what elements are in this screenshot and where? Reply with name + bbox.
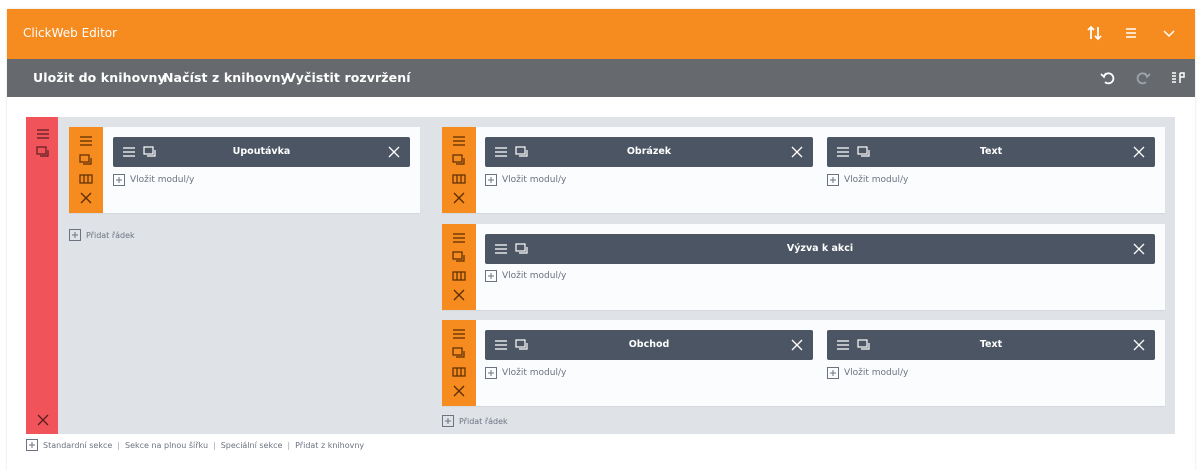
standard-section-link[interactable]: Standardní sekce — [43, 441, 112, 450]
row-right-1: Obrázek Vložit modul/y Text Vložit modul… — [442, 127, 1165, 213]
undo-icon[interactable] — [1098, 68, 1118, 88]
app-title: ClickWeb Editor — [23, 26, 118, 40]
columns-icon[interactable] — [1168, 68, 1188, 88]
load-from-library-button[interactable]: Načíst z knihovny — [163, 70, 289, 85]
module-teaser[interactable]: Upoutávka — [113, 137, 410, 167]
plus-icon — [485, 174, 497, 186]
row-columns-icon[interactable] — [78, 171, 94, 187]
module-delete-icon[interactable] — [789, 144, 805, 160]
plus-icon — [485, 367, 497, 379]
module-label: Výzva k akci — [786, 243, 854, 254]
title-bar: ClickWeb Editor — [7, 9, 1195, 59]
row-right-2: Výzva k akci Vložit modul/y — [442, 224, 1165, 310]
row-menu-icon[interactable] — [78, 133, 94, 149]
module-delete-icon[interactable] — [789, 337, 805, 353]
section-duplicate-icon[interactable] — [35, 144, 51, 160]
row-duplicate-icon[interactable] — [451, 152, 467, 168]
redo-icon[interactable] — [1133, 68, 1153, 88]
module-text[interactable]: Text — [827, 330, 1155, 360]
module-label: Upoutávka — [232, 146, 291, 157]
fullwidth-section-link[interactable]: Sekce na plnou šířku — [125, 441, 208, 450]
row-handle[interactable] — [442, 320, 476, 406]
row-columns-icon[interactable] — [451, 171, 467, 187]
plus-icon — [827, 174, 839, 186]
row-handle[interactable] — [442, 224, 476, 310]
editor-window: ClickWeb Editor Uložit do knihovny Načís… — [7, 9, 1195, 470]
plus-icon — [827, 367, 839, 379]
row-delete-icon[interactable] — [451, 190, 467, 206]
module-delete-icon[interactable] — [386, 144, 402, 160]
row-handle[interactable] — [69, 127, 103, 213]
plus-icon — [26, 439, 38, 451]
chevron-down-icon[interactable] — [1158, 22, 1180, 44]
row-menu-icon[interactable] — [451, 326, 467, 342]
plus-icon — [442, 415, 454, 427]
plus-icon — [485, 270, 497, 282]
module-label: Text — [979, 146, 1003, 157]
clear-layout-button[interactable]: Vyčistit rozvržení — [286, 70, 411, 85]
row-handle[interactable] — [442, 127, 476, 213]
add-from-library-link[interactable]: Přidat z knihovny — [295, 441, 364, 450]
section-canvas: Upoutávka Vložit modul/y Přidat řádek Ob… — [26, 117, 1175, 434]
module-delete-icon[interactable] — [1131, 337, 1147, 353]
row-duplicate-icon[interactable] — [451, 345, 467, 361]
row-columns-icon[interactable] — [451, 364, 467, 380]
row-delete-icon[interactable] — [451, 383, 467, 399]
module-label: Text — [979, 339, 1003, 350]
sort-icon[interactable] — [1084, 22, 1106, 44]
module-label: Obrázek — [626, 146, 672, 157]
section-menu-icon[interactable] — [35, 126, 51, 142]
module-label: Obchod — [628, 339, 670, 350]
module-call-to-action[interactable]: Výzva k akci — [485, 234, 1155, 264]
module-image[interactable]: Obrázek — [485, 137, 813, 167]
row-duplicate-icon[interactable] — [451, 249, 467, 265]
row-delete-icon[interactable] — [78, 190, 94, 206]
row-menu-icon[interactable] — [451, 230, 467, 246]
row-menu-icon[interactable] — [451, 133, 467, 149]
module-shop[interactable]: Obchod — [485, 330, 813, 360]
module-delete-icon[interactable] — [1131, 144, 1147, 160]
row-delete-icon[interactable] — [451, 287, 467, 303]
plus-icon — [113, 174, 125, 186]
row-columns-icon[interactable] — [451, 268, 467, 284]
section-handle[interactable] — [26, 117, 58, 434]
module-delete-icon[interactable] — [1131, 241, 1147, 257]
special-section-link[interactable]: Speciální sekce — [221, 441, 283, 450]
save-to-library-button[interactable]: Uložit do knihovny — [33, 70, 166, 85]
row-left-1: Upoutávka Vložit modul/y — [69, 127, 420, 213]
row-right-3: Obchod Vložit modul/y Text Vložit modul/… — [442, 320, 1165, 406]
section-delete-icon[interactable] — [35, 412, 51, 428]
row-duplicate-icon[interactable] — [78, 152, 94, 168]
menu-icon[interactable] — [1120, 22, 1142, 44]
toolbar: Uložit do knihovny Načíst z knihovny Vyč… — [7, 59, 1195, 97]
plus-icon — [69, 229, 81, 241]
module-text[interactable]: Text — [827, 137, 1155, 167]
